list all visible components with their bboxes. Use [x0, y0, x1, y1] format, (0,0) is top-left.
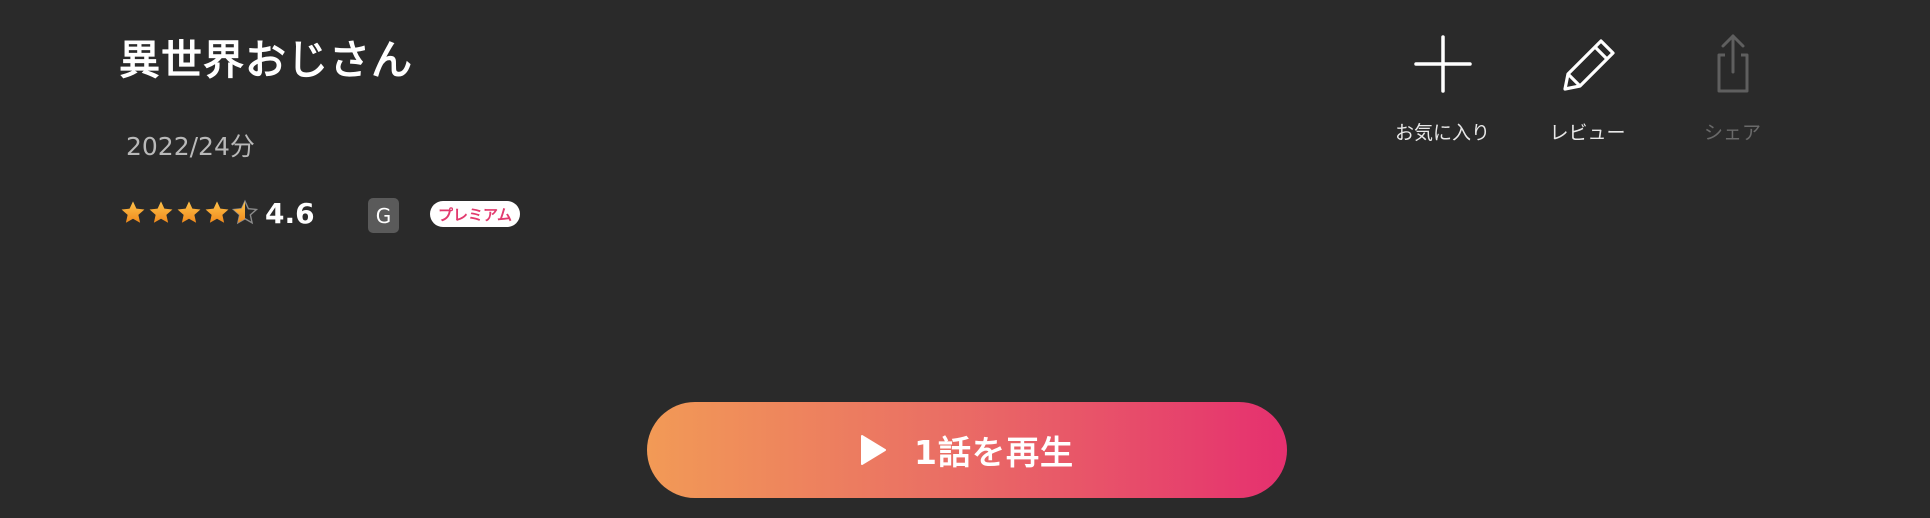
star-full-icon	[149, 201, 173, 223]
share-button[interactable]: シェア	[1660, 30, 1805, 145]
play-episode-button[interactable]: 1話を再生	[647, 402, 1287, 498]
plus-icon	[1413, 35, 1472, 93]
premium-badge-label: プレミアム	[438, 205, 512, 224]
share-icon	[1717, 34, 1748, 93]
favorite-button[interactable]: お気に入り	[1370, 30, 1515, 145]
star-full-icon	[121, 201, 145, 223]
page-title: 異世界おじさん	[119, 36, 413, 84]
action-buttons: お気に入り レビュー シェア	[1370, 30, 1805, 145]
star-full-icon	[177, 201, 201, 223]
star-half-icon	[231, 199, 259, 225]
play-button-label: 1話を再生	[914, 433, 1074, 472]
review-label: レビュー	[1549, 122, 1626, 144]
favorite-label: お気に入り	[1394, 122, 1490, 144]
play-icon	[861, 435, 887, 465]
rating-row: 4.6	[119, 196, 315, 230]
share-label: シェア	[1703, 122, 1761, 144]
rating-stars	[119, 199, 259, 227]
premium-badge: プレミアム	[430, 201, 520, 227]
rating-value: 4.6	[265, 196, 315, 230]
star-full-icon	[205, 201, 229, 223]
title-detail-page: 異世界おじさん 2022/24分 4.6 G プレミアム お気に入り レビュー …	[0, 0, 1930, 518]
release-duration-meta: 2022/24分	[126, 132, 255, 161]
review-button[interactable]: レビュー	[1515, 30, 1660, 145]
age-rating-badge: G	[368, 198, 399, 233]
pencil-icon	[1562, 39, 1615, 91]
